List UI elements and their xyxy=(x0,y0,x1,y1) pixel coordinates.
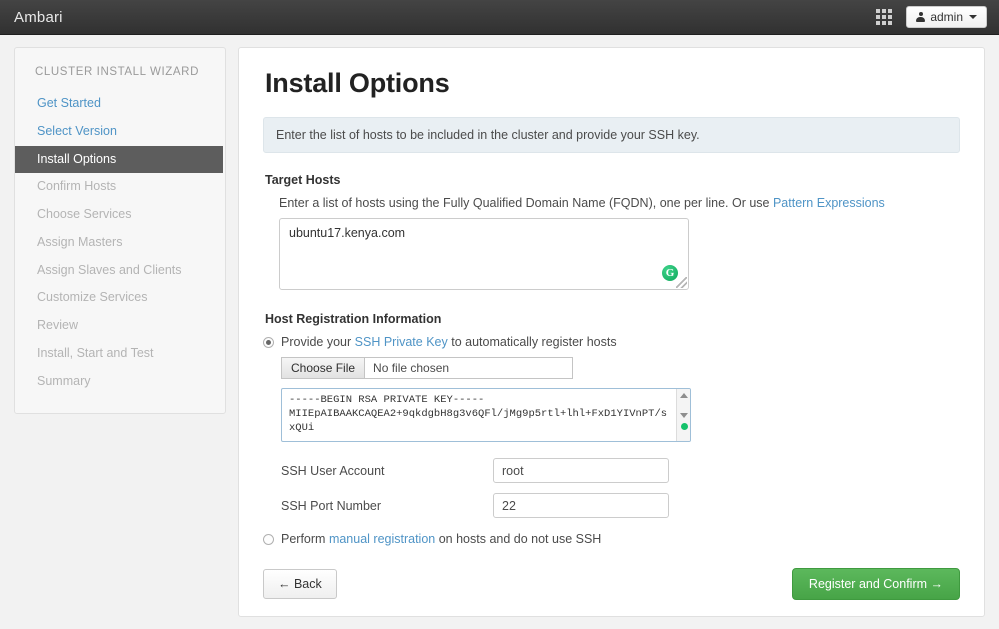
scroll-down-icon[interactable] xyxy=(680,413,688,418)
ssh-private-key-link[interactable]: SSH Private Key xyxy=(355,335,448,349)
top-navbar: Ambari admin xyxy=(0,0,999,35)
sidebar-item-get-started[interactable]: Get Started xyxy=(15,90,225,118)
manual-registration-label: Perform manual registration on hosts and… xyxy=(281,532,601,546)
caret-down-icon xyxy=(969,15,977,19)
ssh-key-radio[interactable] xyxy=(263,337,274,348)
sidebar-item-choose-services: Choose Services xyxy=(15,201,225,229)
grid-apps-icon[interactable] xyxy=(876,9,892,25)
sidebar-item-install-start-and-test: Install, Start and Test xyxy=(15,340,225,368)
ssh-user-account-row: SSH User Account xyxy=(281,458,960,483)
textarea-resize-handle[interactable] xyxy=(676,277,687,288)
sidebar-item-confirm-hosts: Confirm Hosts xyxy=(15,173,225,201)
ssh-user-account-label: SSH User Account xyxy=(281,464,493,478)
sidebar-item-summary: Summary xyxy=(15,368,225,396)
ssh-key-option-label: Provide your SSH Private Key to automati… xyxy=(281,335,617,349)
target-hosts-input[interactable]: ubuntu17.kenya.com G xyxy=(279,218,689,290)
ssh-port-number-input[interactable] xyxy=(493,493,669,518)
sidebar-item-assign-masters: Assign Masters xyxy=(15,229,225,257)
sidebar-item-select-version[interactable]: Select Version xyxy=(15,118,225,146)
page-body: CLUSTER INSTALL WIZARD Get Started Selec… xyxy=(0,35,999,629)
manual-registration-link[interactable]: manual registration xyxy=(329,532,435,546)
pattern-expressions-link[interactable]: Pattern Expressions xyxy=(773,196,885,210)
manual-registration-option-row[interactable]: Perform manual registration on hosts and… xyxy=(263,532,960,546)
navbar-right-group: admin xyxy=(876,6,987,28)
info-banner: Enter the list of hosts to be included i… xyxy=(263,117,960,153)
wizard-sidebar: CLUSTER INSTALL WIZARD Get Started Selec… xyxy=(14,47,226,414)
admin-menu-label: admin xyxy=(930,11,963,23)
sidebar-item-assign-slaves-and-clients: Assign Slaves and Clients xyxy=(15,257,225,285)
ssh-key-file-input[interactable]: Choose File No file chosen xyxy=(281,357,573,379)
ssh-key-value: -----BEGIN RSA PRIVATE KEY----- MIIEpAIB… xyxy=(282,389,690,439)
ssh-port-number-label: SSH Port Number xyxy=(281,499,493,513)
choose-file-button[interactable]: Choose File xyxy=(282,358,365,378)
ssh-option-prefix: Provide your xyxy=(281,335,355,349)
sidebar-item-install-options[interactable]: Install Options xyxy=(15,146,223,174)
sidebar-title: CLUSTER INSTALL WIZARD xyxy=(15,62,225,90)
register-and-confirm-button[interactable]: Register and Confirm → xyxy=(792,568,960,600)
host-registration-heading: Host Registration Information xyxy=(265,312,960,326)
install-options-panel: Install Options Enter the list of hosts … xyxy=(238,47,985,617)
sidebar-item-customize-services: Customize Services xyxy=(15,284,225,312)
target-hosts-help: Enter a list of hosts using the Fully Qu… xyxy=(279,196,960,210)
manual-option-suffix: on hosts and do not use SSH xyxy=(435,532,601,546)
ssh-port-number-row: SSH Port Number xyxy=(281,493,960,518)
ssh-option-suffix: to automatically register hosts xyxy=(448,335,617,349)
sidebar-item-review: Review xyxy=(15,312,225,340)
target-hosts-help-text: Enter a list of hosts using the Fully Qu… xyxy=(279,196,773,210)
ssh-user-account-input[interactable] xyxy=(493,458,669,483)
wizard-footer: ← Back Register and Confirm → xyxy=(263,568,960,600)
admin-menu-button[interactable]: admin xyxy=(906,6,987,28)
app-brand: Ambari xyxy=(14,9,63,26)
ssh-key-scrollbar[interactable] xyxy=(676,389,690,441)
manual-option-prefix: Perform xyxy=(281,532,329,546)
page-title: Install Options xyxy=(265,68,960,99)
person-icon xyxy=(916,12,925,22)
file-chosen-status: No file chosen xyxy=(365,358,457,378)
grammarly-dot-icon[interactable] xyxy=(681,423,688,430)
target-hosts-heading: Target Hosts xyxy=(265,173,960,187)
back-button[interactable]: ← Back xyxy=(263,569,337,599)
manual-registration-radio[interactable] xyxy=(263,534,274,545)
target-hosts-section: Enter a list of hosts using the Fully Qu… xyxy=(263,196,960,290)
ssh-key-option-row[interactable]: Provide your SSH Private Key to automati… xyxy=(263,335,960,349)
ssh-key-textarea[interactable]: -----BEGIN RSA PRIVATE KEY----- MIIEpAIB… xyxy=(281,388,691,442)
scroll-up-icon[interactable] xyxy=(680,393,688,398)
target-hosts-value: ubuntu17.kenya.com xyxy=(280,219,688,247)
